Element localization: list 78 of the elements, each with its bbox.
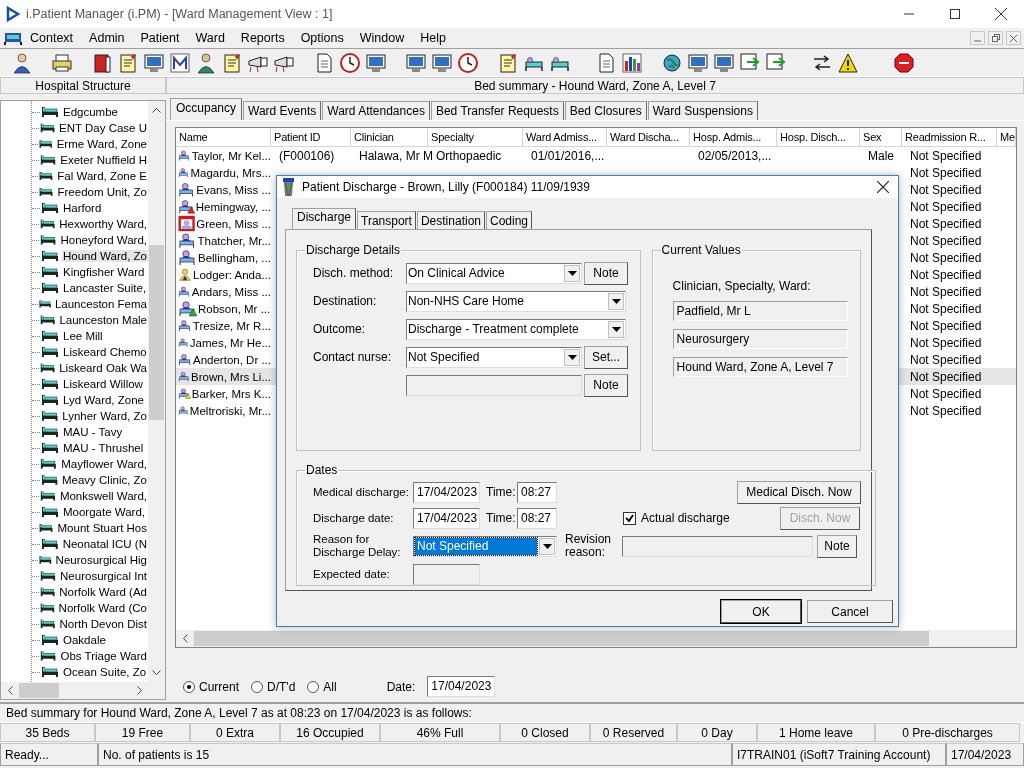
readonly-field: Neurosurgery: [672, 329, 848, 349]
group-title: Dates: [305, 463, 339, 477]
panel-title: Bed summary - Hound Ward, Zone A, Level 7: [166, 77, 1024, 94]
field-label: Medical discharge:: [313, 485, 410, 499]
table-cell-text: Not Specified: [909, 317, 983, 334]
table-cell-text: Not Specified: [909, 215, 983, 232]
radio-label: D/T'd: [267, 679, 296, 694]
table-cell-text: Not Specified: [909, 283, 983, 300]
group-title: Current Values: [660, 243, 742, 257]
table-cell-text: 02/05/2013,...: [697, 147, 773, 164]
table-cell: Meltroriski, Mr...: [189, 404, 271, 417]
table-cell: Barker, Mrs K...: [191, 387, 271, 400]
count-cell: 19 Free: [95, 723, 190, 742]
table-cell-text: Not Specified: [909, 300, 983, 317]
status-text: I7TRAIN01 (iSoft7 Training Account): [732, 743, 946, 766]
count-cell: 0 Closed: [500, 723, 590, 742]
table-cell-text: (F000106): [278, 147, 336, 164]
field-label: Expected date:: [313, 567, 391, 581]
table-cell: Hemingway, ...: [195, 200, 271, 213]
field-label: Contact nurse:: [313, 350, 393, 364]
table-cell-text: Not Specified: [909, 385, 983, 402]
table-cell-text: Not Specified: [909, 164, 983, 181]
table-cell-text: Not Specified: [909, 351, 983, 368]
table-cell-text: Not Specified: [909, 249, 983, 266]
checkbox-label: Actual discharge: [641, 511, 730, 525]
table-cell-text: 01/01/2016,...: [530, 147, 606, 164]
table-cell: Andars, Miss ...: [191, 285, 271, 298]
table-cell-text: Not Specified: [909, 266, 983, 283]
status-text: 17/04/2023: [946, 743, 1024, 766]
window-title: i.Patient Manager (i.PM) - [Ward Management View : 1]: [26, 7, 334, 21]
table-cell-text: Not Specified: [909, 198, 983, 215]
group-title: Discharge Details: [305, 243, 402, 257]
table-cell: Evans, Miss ...: [196, 183, 271, 196]
table-cell-text: Not Specified: [909, 334, 983, 351]
status-text: No. of patients is 15: [98, 743, 732, 766]
status-text: Ready...: [0, 743, 98, 766]
field-label: Reason for Discharge Delay:: [313, 533, 402, 559]
radio-label: Current: [199, 679, 239, 694]
table-cell: Brown, Mrs Li...: [191, 370, 271, 383]
field-label: Time:: [486, 511, 517, 525]
panel-title: Hospital Structure: [0, 77, 166, 94]
count-cell: 16 Occupied: [280, 723, 380, 742]
count-cell: 46% Full: [380, 723, 500, 742]
count-cell: 0 Extra: [190, 723, 280, 742]
count-cell: 0 Reserved: [590, 723, 677, 742]
summary-text: Bed summary for Hound Ward, Zone A, Level 7 as at 08:23 on 17/04/2023 is as follows:: [6, 706, 472, 720]
table-cell-text: Not Specified: [909, 232, 983, 249]
table-cell: Tresize, Mr R...: [192, 319, 271, 332]
table-cell: Green, Miss ...: [196, 217, 271, 230]
readonly-field: Hound Ward, Zone A, Level 7: [672, 357, 848, 377]
table-cell-text: Not Specified: [909, 147, 983, 164]
count-cell: 1 Home leave: [757, 723, 875, 742]
count-cell: 0 Day: [677, 723, 757, 742]
table-cell: Robson, Mr ...: [198, 302, 271, 315]
field-label: Outcome:: [313, 322, 367, 336]
count-cell: 35 Beds: [0, 723, 95, 742]
count-cell: 0 Pre-discharges: [875, 723, 1020, 742]
radio-label: All: [323, 679, 337, 694]
dialog-title: Patient Discharge - Brown, Lilly (F000184) 11/09/1939: [302, 180, 591, 194]
field-label: Revision reason:: [565, 533, 613, 559]
table-cell: Thatcher, Mr...: [197, 234, 271, 247]
table-cell: Magardu, Mrs...: [190, 166, 271, 179]
table-cell: Bellingham, ...: [198, 251, 271, 264]
table-cell-text: Male: [867, 147, 895, 164]
caption: Clinician, Specialty, Ward:: [672, 279, 812, 293]
field-label: Disch. method:: [313, 266, 395, 280]
field-label: Time:: [486, 485, 517, 499]
table-cell-text: Not Specified: [909, 181, 983, 198]
table-cell: Anderton, Dr ...: [193, 353, 271, 366]
date-label: Date:: [386, 679, 416, 694]
readonly-field: Padfield, Mr L: [672, 301, 848, 321]
field-label: Discharge date:: [313, 511, 395, 525]
field-label: Destination:: [313, 294, 378, 308]
table-cell: Lodger: Anda...: [193, 268, 271, 281]
table-cell: Taylor, Mr Kel...: [191, 149, 271, 162]
table-cell-text: Not Specified: [909, 402, 983, 419]
table-cell-text: Not Specified: [909, 368, 983, 385]
table-cell: James, Mr He...: [189, 336, 271, 349]
